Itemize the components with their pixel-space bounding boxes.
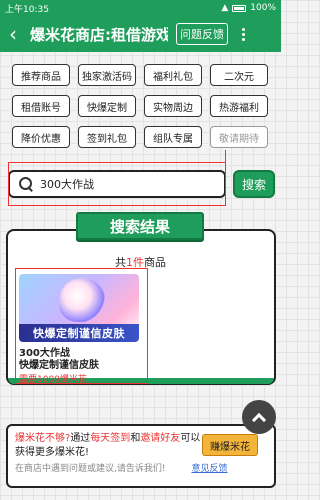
results-header: 搜索结果 bbox=[76, 212, 204, 240]
signal-icon: ▲ bbox=[221, 3, 229, 13]
feedback-link[interactable]: 意见反馈 bbox=[191, 464, 227, 474]
thumbnail-character bbox=[59, 278, 105, 322]
promo-text: 爆米花不够?通过每天签到和邀请好友可以 bbox=[15, 432, 215, 446]
promo-text-part: 每天签到 bbox=[90, 433, 131, 444]
category-grid: 推荐商品 独家激活码 福利礼包 二次元 租借账号 快爆定制 实物周边 热游福利 … bbox=[12, 64, 274, 148]
battery-icon bbox=[232, 4, 247, 12]
scroll-top-icon[interactable] bbox=[242, 400, 276, 434]
category-button[interactable]: 福利礼包 bbox=[144, 64, 202, 86]
category-button[interactable]: 租借账号 bbox=[12, 95, 70, 117]
product-price: 需要1000爆米花 bbox=[19, 375, 87, 385]
search-icon bbox=[18, 176, 34, 192]
category-button[interactable]: 降价优惠 bbox=[12, 126, 70, 148]
thumbnail-banner: 快爆定制谨信皮肤 bbox=[19, 324, 139, 342]
product-name-line2: 快爆定制谨信皮肤 bbox=[19, 360, 99, 371]
search-box[interactable] bbox=[8, 170, 226, 198]
search-input[interactable] bbox=[40, 177, 190, 191]
category-button[interactable]: 推荐商品 bbox=[12, 64, 70, 86]
promo-feedback-text: 在商店中遇到问题或建议,请告诉我们! bbox=[15, 464, 166, 474]
feedback-button[interactable]: 问题反馈 bbox=[176, 23, 228, 45]
back-arrow-icon[interactable]: ‹ bbox=[0, 16, 26, 52]
category-button[interactable]: 实物周边 bbox=[144, 95, 202, 117]
app-bar: ‹ 爆米花商店:租借游戏 问题反馈 bbox=[0, 16, 281, 52]
search-button[interactable]: 搜索 bbox=[233, 170, 275, 198]
result-count-suffix: 商品 bbox=[144, 256, 166, 269]
product-card[interactable]: 快爆定制谨信皮肤 300大作战 快爆定制谨信皮肤 需要1000爆米花 bbox=[15, 268, 145, 385]
status-bar: 上午10:35 ▲ 100% bbox=[0, 0, 281, 16]
category-button[interactable]: 独家激活码 bbox=[78, 64, 136, 86]
promo-text-part: 邀请好友 bbox=[140, 433, 181, 444]
product-name-line1: 300大作战 bbox=[19, 348, 70, 359]
promo-text-part: 可以 bbox=[180, 433, 201, 444]
category-button[interactable]: 快爆定制 bbox=[78, 95, 136, 117]
category-button-disabled: 敬请期待 bbox=[210, 126, 268, 148]
category-button[interactable]: 组队专属 bbox=[144, 126, 202, 148]
promo-text-part: 和 bbox=[130, 433, 141, 444]
status-time: 上午10:35 bbox=[5, 4, 49, 15]
earn-popcorn-button[interactable]: 赚爆米花 bbox=[202, 434, 258, 456]
promo-feedback-line: 在商店中遇到问题或建议,请告诉我们! 意见反馈 bbox=[15, 462, 267, 476]
category-button[interactable]: 热游福利 bbox=[210, 95, 268, 117]
product-thumbnail: 快爆定制谨信皮肤 bbox=[19, 274, 139, 342]
promo-text-part: 爆米花不够? bbox=[15, 433, 71, 444]
category-button[interactable]: 签到礼包 bbox=[78, 126, 136, 148]
promo-text-part: 通过 bbox=[70, 433, 91, 444]
page-title: 爆米花商店:租借游戏 bbox=[30, 25, 168, 44]
more-vertical-icon[interactable] bbox=[242, 27, 245, 41]
product-name: 300大作战 快爆定制谨信皮肤 bbox=[19, 348, 99, 372]
category-button[interactable]: 二次元 bbox=[210, 64, 268, 86]
status-indicators: ▲ 100% bbox=[221, 3, 276, 13]
battery-level: 100% bbox=[250, 3, 276, 13]
